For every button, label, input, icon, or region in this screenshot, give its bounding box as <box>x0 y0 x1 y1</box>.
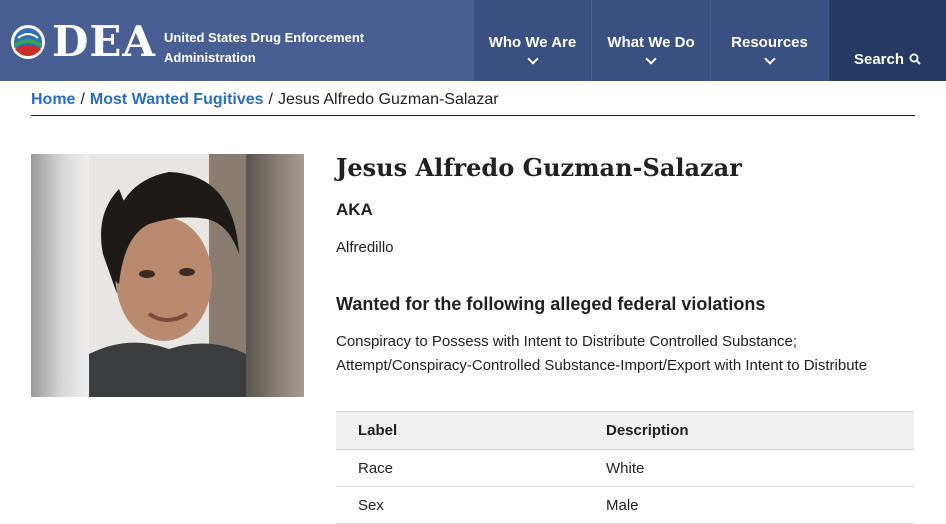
breadcrumb-separator: / <box>268 91 273 108</box>
nav-what-we-do-label: What We Do <box>607 34 695 51</box>
table-row: Sex Male <box>336 486 914 524</box>
chevron-down-icon <box>645 53 657 65</box>
breadcrumb-home-link[interactable]: Home <box>31 91 75 108</box>
dea-seal-logo-icon[interactable] <box>10 24 46 60</box>
violation-line: Conspiracy to Possess with Intent to Dis… <box>336 333 798 350</box>
breadcrumb-current: Jesus Alfredo Guzman-Salazar <box>278 91 499 108</box>
table-cell-description: Male <box>584 486 914 524</box>
chevron-down-icon <box>763 53 776 65</box>
fugitive-name: Jesus Alfredo Guzman-Salazar <box>336 153 742 182</box>
site-header: DEA United States Drug Enforcement Admin… <box>0 0 946 81</box>
table-cell-label: Sex <box>336 486 584 524</box>
violations-text: Conspiracy to Possess with Intent to Dis… <box>336 330 926 378</box>
breadcrumb: Home / Most Wanted Fugitives / Jesus Alfredo… <box>31 89 915 116</box>
agency-name-line1: United States Drug Enforcement <box>164 30 365 45</box>
nav-search-label: Search <box>853 51 905 68</box>
agency-name: United States Drug Enforcement Administr… <box>164 28 364 68</box>
violations-heading: Wanted for the following alleged federal… <box>336 294 766 314</box>
nav-search-label-wrap: Search <box>829 51 946 68</box>
nav-resources-label: Resources <box>731 34 808 51</box>
table-row: Race White <box>336 449 914 487</box>
nav-search[interactable]: Search <box>829 0 946 81</box>
nav-who-we-are-label: Who We Are <box>488 34 577 51</box>
photo-blur-right <box>246 154 304 397</box>
column-header-label: Label <box>336 411 584 450</box>
fugitive-photo <box>31 154 304 397</box>
chevron-down-icon <box>526 53 539 65</box>
column-header-description: Description <box>584 411 914 450</box>
nav-who-we-are[interactable]: Who We Are <box>474 0 591 81</box>
aka-heading: AKA <box>336 200 373 219</box>
nav-resources[interactable]: Resources <box>711 0 828 81</box>
dea-wordmark[interactable]: DEA <box>52 18 156 66</box>
violation-line: Attempt/Conspiracy-Controlled Substance-… <box>336 357 868 374</box>
table-cell-label: Race <box>336 449 584 487</box>
photo-blur-left <box>31 154 89 397</box>
fugitive-details-table: Label Description Race White Sex Male <box>336 411 914 524</box>
agency-name-line2: Administration <box>164 50 256 65</box>
table-cell-description: White <box>584 449 914 487</box>
fugitive-portrait-image <box>89 154 246 397</box>
breadcrumb-most-wanted-link[interactable]: Most Wanted Fugitives <box>90 91 264 108</box>
search-icon <box>909 53 921 65</box>
table-header-row: Label Description <box>336 411 914 450</box>
nav-what-we-do[interactable]: What We Do <box>592 0 710 81</box>
aka-value: Alfredillo <box>336 239 394 256</box>
breadcrumb-separator: / <box>80 91 85 108</box>
